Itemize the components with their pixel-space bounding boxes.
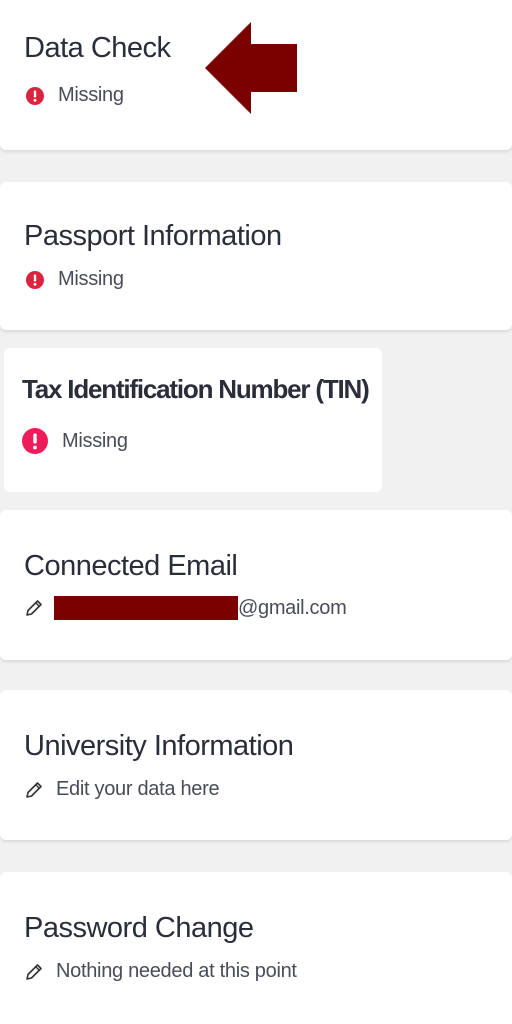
pencil-icon xyxy=(26,781,42,798)
card-connected-email[interactable]: Connected Email @gmail.com xyxy=(0,510,512,660)
email-row: @gmail.com xyxy=(24,596,347,620)
card-university-information[interactable]: University Information Edit your data he… xyxy=(0,690,512,840)
status-text: Missing xyxy=(58,84,124,106)
card-tax-identification-number[interactable]: Tax Identification Number (TIN) Missing xyxy=(4,348,382,492)
status-row: Missing xyxy=(24,268,124,291)
account-settings-list: Data Check Missing Passport Information … xyxy=(0,0,512,1024)
exclamation-circle-icon xyxy=(22,428,48,454)
email-suffix: @gmail.com xyxy=(238,596,347,619)
pencil-icon xyxy=(26,600,42,616)
status-row: Missing xyxy=(24,84,124,107)
card-title: Passport Information xyxy=(24,220,282,252)
status-text: Missing xyxy=(58,268,124,290)
card-password-change[interactable]: Password Change Nothing needed at this p… xyxy=(0,872,512,1024)
left-arrow-icon xyxy=(205,22,297,114)
hint-text: Nothing needed at this point xyxy=(56,960,297,982)
status-text: Missing xyxy=(62,429,128,452)
exclamation-circle-icon xyxy=(26,270,44,289)
hint-text: Edit your data here xyxy=(56,778,220,800)
card-title: Connected Email xyxy=(24,550,238,582)
card-title: Data Check xyxy=(24,32,171,64)
redacted-email-block xyxy=(54,596,238,620)
card-title: Tax Identification Number (TIN) xyxy=(22,374,370,404)
hint-row: Edit your data here xyxy=(24,778,220,801)
hint-row: Nothing needed at this point xyxy=(24,960,297,983)
card-title: Password Change xyxy=(24,912,254,944)
exclamation-circle-icon xyxy=(26,86,44,105)
pencil-icon xyxy=(26,963,42,980)
status-row: Missing xyxy=(22,428,128,454)
card-passport-information[interactable]: Passport Information Missing xyxy=(0,182,512,330)
card-title: University Information xyxy=(24,730,294,762)
card-data-check[interactable]: Data Check Missing xyxy=(0,0,512,150)
